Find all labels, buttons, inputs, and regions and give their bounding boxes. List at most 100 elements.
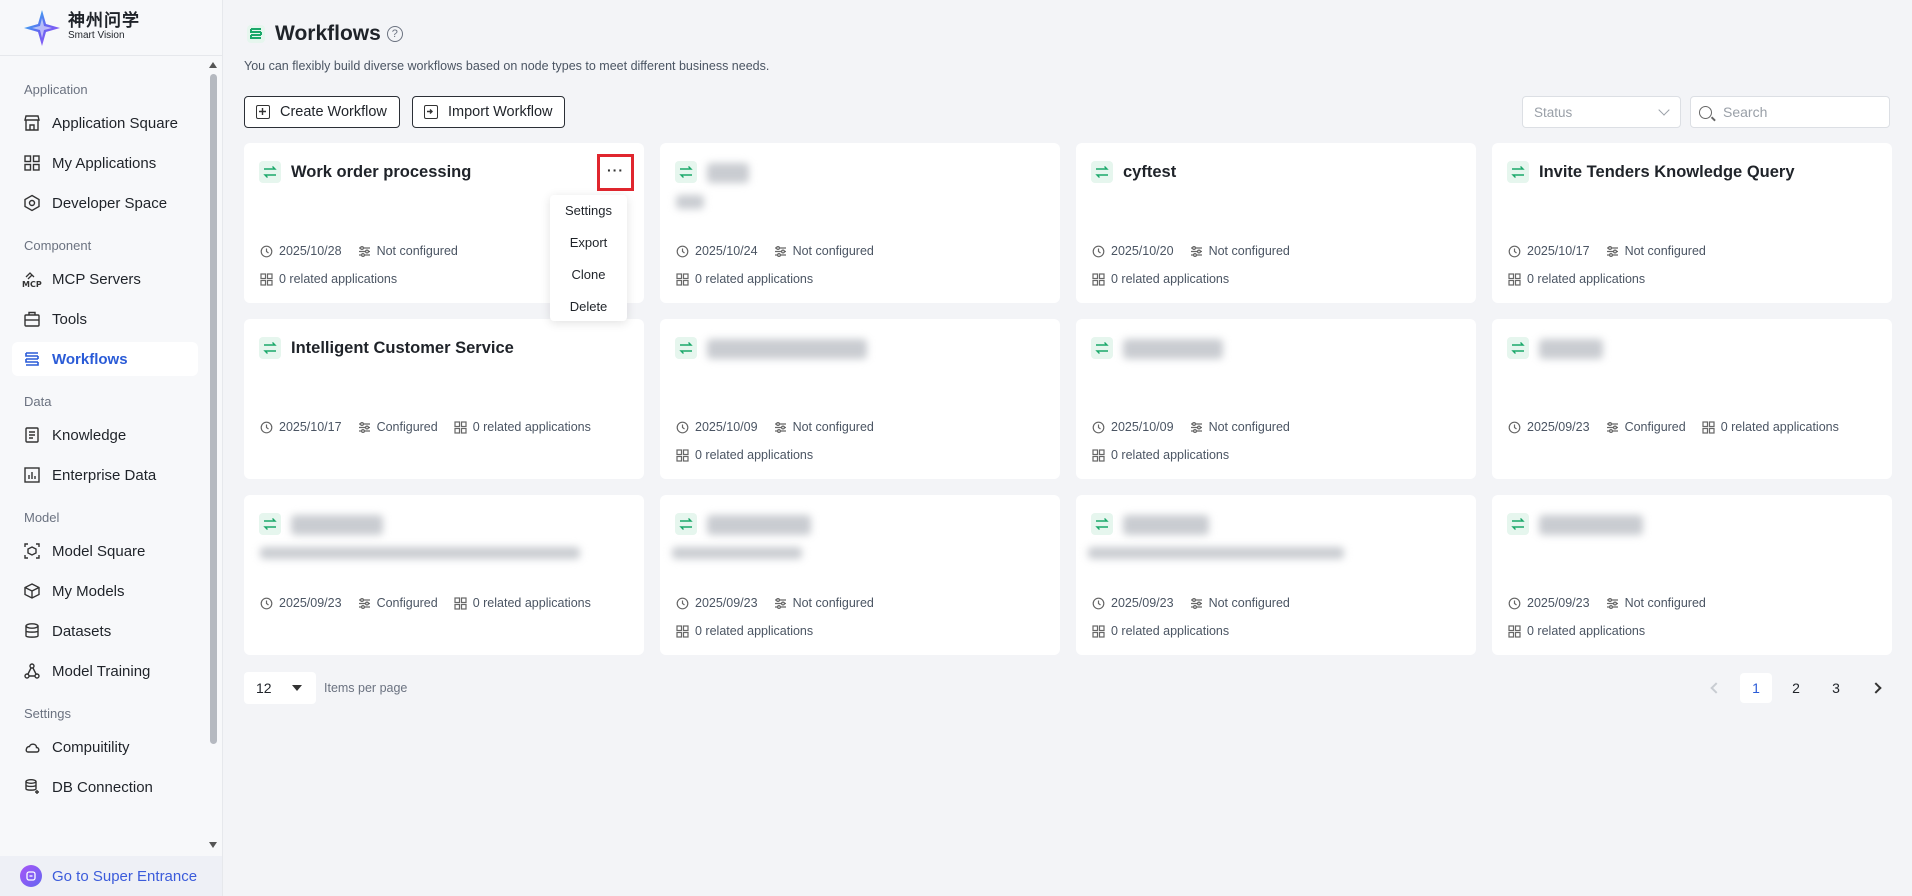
scroll-down-arrow-icon[interactable]: [209, 842, 217, 848]
page-button-1[interactable]: 1: [1740, 673, 1772, 703]
sidebar-item-application-square[interactable]: Application Square: [12, 106, 198, 140]
scroll-up-arrow-icon[interactable]: [209, 62, 217, 68]
db-connection-icon: [22, 777, 42, 797]
workflow-card[interactable]: 2025/10/09 Not configured 0 related appl…: [1076, 319, 1476, 479]
sidebar-scrollbar[interactable]: [208, 60, 218, 850]
sidebar-item-enterprise-data[interactable]: Enterprise Data: [12, 458, 198, 492]
workflow-name: Work order processing: [291, 163, 472, 181]
chevron-down-icon: [1658, 104, 1670, 116]
sidebar-item-workflows[interactable]: Workflows: [12, 342, 198, 376]
sidebar-item-datasets[interactable]: Datasets: [12, 614, 198, 648]
sidebar-item-my-applications[interactable]: My Applications: [12, 146, 198, 180]
card-meta-row: 0 related applications: [1508, 624, 1661, 638]
workflow-desc-redacted: [676, 195, 704, 209]
workflow-icon: [1507, 337, 1529, 359]
clock-icon: [1508, 245, 1521, 258]
workflow-card[interactable]: 2025/09/23 Not configured 0 related appl…: [1076, 495, 1476, 655]
super-entrance-link[interactable]: Go to Super Entrance: [0, 856, 222, 896]
sliders-icon: [1606, 421, 1619, 434]
store-icon: [22, 113, 42, 133]
menu-item-settings[interactable]: Settings: [550, 195, 627, 227]
search-icon: [1699, 105, 1712, 119]
nav-group-settings: Settings: [24, 706, 71, 721]
card-meta-row: 0 related applications: [676, 448, 829, 462]
import-workflow-button[interactable]: Import Workflow: [412, 96, 566, 128]
card-meta-row: 2025/09/23 Configured 0 related applicat…: [260, 596, 607, 610]
workflow-card[interactable]: 2025/09/23 Not configured 0 related appl…: [660, 495, 1060, 655]
workflow-card[interactable]: 2025/09/23 Not configured 0 related appl…: [1492, 495, 1892, 655]
apps-grid-icon: [1508, 272, 1521, 286]
card-meta-row: 0 related applications: [676, 272, 829, 286]
menu-item-clone[interactable]: Clone: [550, 259, 627, 291]
sliders-icon: [1190, 421, 1203, 434]
workflow-icon: [1091, 513, 1113, 535]
sidebar-item-compuitility[interactable]: Compuitility: [12, 730, 198, 764]
next-page-button[interactable]: [1860, 673, 1892, 703]
sliders-icon: [358, 597, 371, 610]
help-icon[interactable]: ?: [386, 26, 403, 42]
sidebar-item-knowledge[interactable]: Knowledge: [12, 418, 198, 452]
sidebar-item-my-models[interactable]: My Models: [12, 574, 198, 608]
page-size-select[interactable]: 12: [244, 672, 316, 704]
workflow-icon: [675, 337, 697, 359]
create-workflow-button[interactable]: Create Workflow: [244, 96, 400, 128]
sidebar-item-model-square[interactable]: Model Square: [12, 534, 198, 568]
sidebar-item-developer-space[interactable]: Developer Space: [12, 186, 198, 220]
page-title: Workflows: [275, 22, 381, 45]
sidebar-item-mcp-servers[interactable]: MCP MCP Servers: [12, 262, 198, 296]
workflow-name: Intelligent Customer Service: [291, 339, 514, 357]
sidebar-item-model-training[interactable]: Model Training: [12, 654, 198, 688]
card-meta-row: 2025/10/17 Not configured: [1508, 244, 1722, 258]
workflow-card[interactable]: 2025/10/09 Not configured 0 related appl…: [660, 319, 1060, 479]
workflow-name-redacted: [707, 163, 749, 183]
status-filter-select[interactable]: Status: [1522, 96, 1681, 128]
workflow-card[interactable]: Intelligent Customer Service 2025/10/17 …: [244, 319, 644, 479]
workflow-icon: [22, 349, 42, 369]
sliders-icon: [358, 421, 371, 434]
card-meta-row: 2025/10/20 Not configured: [1092, 244, 1306, 258]
book-icon: [22, 425, 42, 445]
workflow-card[interactable]: 2025/09/23 Configured 0 related applicat…: [244, 495, 644, 655]
apps-grid-icon: [1702, 420, 1715, 434]
toolbox-icon: [22, 309, 42, 329]
workflow-card[interactable]: cyftest 2025/10/20 Not configured 0 rela…: [1076, 143, 1476, 303]
workflow-card[interactable]: Invite Tenders Knowledge Query 2025/10/1…: [1492, 143, 1892, 303]
sliders-icon: [358, 245, 371, 258]
more-options-button[interactable]: ···: [597, 154, 634, 191]
workflow-card[interactable]: 2025/10/24 Not configured 0 related appl…: [660, 143, 1060, 303]
apps-grid-icon: [1508, 624, 1521, 638]
grid-icon: [22, 153, 42, 173]
page-button-2[interactable]: 2: [1780, 673, 1812, 703]
workflow-desc-redacted: [260, 547, 580, 559]
clock-icon: [260, 421, 273, 434]
menu-item-export[interactable]: Export: [550, 227, 627, 259]
search-input[interactable]: Search: [1690, 96, 1890, 128]
page-header: Workflows ?: [246, 22, 403, 46]
clock-icon: [1092, 421, 1105, 434]
sliders-icon: [1606, 245, 1619, 258]
nodes-icon: [22, 661, 42, 681]
workflow-icon: [1507, 513, 1529, 535]
page-button-3[interactable]: 3: [1820, 673, 1852, 703]
chevron-right-icon: [1870, 682, 1882, 694]
scroll-thumb[interactable]: [210, 74, 217, 744]
workflow-icon: [1091, 337, 1113, 359]
sidebar-item-db-connection[interactable]: DB Connection: [12, 770, 198, 804]
card-meta-row: 2025/10/28 Not configured: [260, 244, 474, 258]
apps-grid-icon: [1092, 272, 1105, 286]
chevron-left-icon: [1710, 682, 1722, 694]
card-meta-row: 0 related applications: [1508, 272, 1661, 286]
workflow-title-icon: [247, 25, 265, 43]
card-meta-row: 2025/10/09 Not configured: [1092, 420, 1306, 434]
super-entrance-icon: [20, 865, 42, 887]
sidebar-item-tools[interactable]: Tools: [12, 302, 198, 336]
sliders-icon: [774, 597, 787, 610]
apps-grid-icon: [260, 272, 273, 286]
menu-item-delete[interactable]: Delete: [550, 291, 627, 323]
nav-group-component: Component: [24, 238, 92, 253]
prev-page-button[interactable]: [1700, 673, 1732, 703]
clock-icon: [1092, 245, 1105, 258]
cloud-icon: [22, 737, 42, 757]
workflow-name-redacted: [1123, 339, 1223, 359]
workflow-card[interactable]: 2025/09/23 Configured 0 related applicat…: [1492, 319, 1892, 479]
